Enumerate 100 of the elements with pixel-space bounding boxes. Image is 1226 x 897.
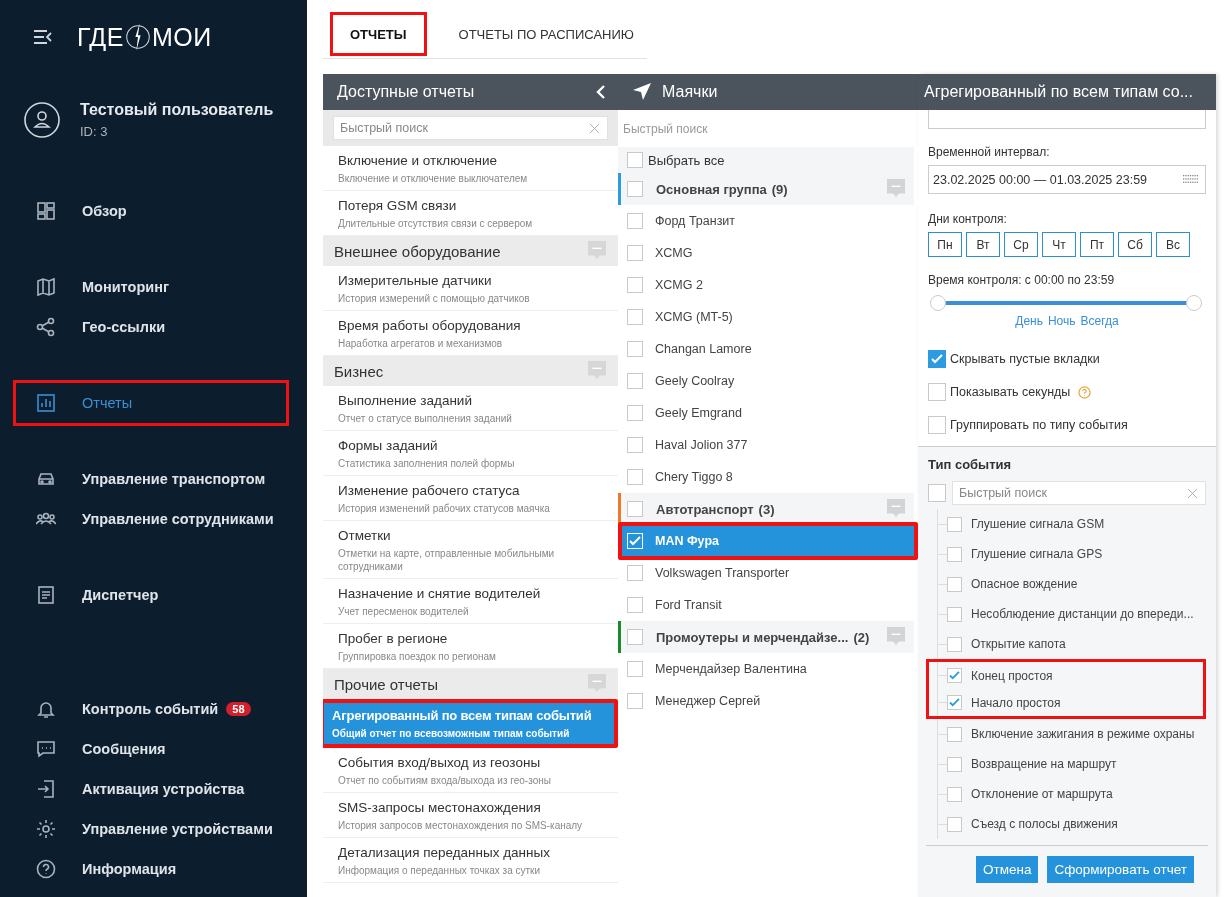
group-header[interactable]: Внешнее оборудование bbox=[323, 236, 618, 266]
checkbox-label: Группировать по типу события bbox=[950, 418, 1128, 432]
event-type-label: Съезд с полосы движения bbox=[971, 817, 1118, 831]
nav-item[interactable]: Диспетчер bbox=[13, 575, 289, 615]
checkbox-label: Показывать секунды bbox=[950, 385, 1071, 399]
beacon-name: Volkswagen Transporter bbox=[655, 566, 790, 580]
report-description: Отметки на карте, отправленные мобильными сотрудниками bbox=[338, 547, 556, 573]
beacon-row[interactable]: Haval Jolion 377 bbox=[618, 429, 914, 461]
report-description: Наработка агрегатов и механизмов bbox=[338, 337, 504, 350]
panel-title: Доступные отчеты bbox=[337, 83, 476, 101]
event-type-row[interactable]: Начало простоя bbox=[926, 689, 1206, 719]
beacon-name: XCMG 2 bbox=[655, 278, 703, 292]
event-type-label: Глушение сигнала GPS bbox=[971, 547, 1103, 561]
checkbox-label: Скрывать пустые вкладки bbox=[950, 352, 1100, 366]
event-type-label: Опасное вождение bbox=[971, 577, 1078, 591]
user-id: ID: 3 bbox=[80, 124, 109, 139]
report-description: Учет пересменок водителей bbox=[338, 605, 470, 618]
day-toggle[interactable]: Пт bbox=[1080, 232, 1114, 257]
logo-text: ГДЕ bbox=[77, 22, 124, 52]
field-label: Время контроля: с 00:00 по 23:59 bbox=[928, 273, 1116, 287]
event-type-row[interactable]: Конец простоя bbox=[926, 659, 1206, 689]
event-type-row[interactable]: Глушение сигнала GPS bbox=[926, 539, 1206, 569]
beacon-row[interactable]: XCMG bbox=[618, 237, 914, 269]
beacon-name: Мерчендайзер Валентина bbox=[655, 662, 807, 676]
day-toggle[interactable]: Вс bbox=[1156, 232, 1190, 257]
report-description: Статистика заполнения полей формы bbox=[338, 457, 516, 470]
nav-item[interactable]: Управление транспортом bbox=[13, 459, 289, 499]
event-type-row[interactable]: Включение зажигания в режиме охраны bbox=[926, 719, 1206, 749]
group-header[interactable]: Прочие отчеты bbox=[323, 669, 618, 699]
event-type-row[interactable]: Несоблюдение дистанции до впереди... bbox=[926, 599, 1206, 629]
nav-item[interactable]: Контроль событий 58 bbox=[13, 689, 289, 729]
panel-title: Агрегированный по всем типам со... bbox=[924, 83, 1194, 101]
event-type-row[interactable]: Опасное вождение bbox=[926, 569, 1206, 599]
beacon-name: Haval Jolion 377 bbox=[655, 438, 748, 452]
beacon-row[interactable]: XCMG 2 bbox=[618, 269, 914, 301]
beacon-row[interactable]: Volkswagen Transporter bbox=[618, 557, 914, 589]
event-type-row[interactable]: Отклонение от маршрута bbox=[926, 779, 1206, 809]
day-toggle[interactable]: Чт bbox=[1042, 232, 1076, 257]
group-title: Бизнес bbox=[334, 362, 384, 380]
preset-link[interactable]: День bbox=[1015, 314, 1043, 328]
nav-item[interactable]: Гео-ссылки bbox=[13, 307, 289, 347]
nav-item[interactable]: Управление устройствами bbox=[13, 809, 289, 849]
report-description: История запросов местонахождения по SMS-каналу bbox=[338, 819, 584, 832]
field-label: Временной интервал: bbox=[928, 145, 1051, 159]
report-title: Время работы оборудования bbox=[338, 317, 522, 334]
search-field[interactable]: Быстрый поиск bbox=[952, 481, 1206, 505]
event-type-row[interactable]: Глушение сигнала GSM bbox=[926, 509, 1206, 539]
preset-link[interactable]: Ночь bbox=[1047, 314, 1076, 328]
beacon-name: XCMG (MT-5) bbox=[655, 310, 733, 324]
day-toggle[interactable]: Ср bbox=[1004, 232, 1038, 257]
report-title: Детализация переданных данных bbox=[338, 844, 551, 861]
beacon-row[interactable]: Ford Transit bbox=[618, 589, 914, 621]
report-description: Длительные отсутствия связи с сервером bbox=[338, 217, 534, 230]
field-label: Дни контроля: bbox=[928, 212, 1008, 226]
beacon-row[interactable]: Geely Coolray bbox=[618, 365, 914, 397]
report-description: Информация о переданных точках за сутки bbox=[338, 864, 542, 877]
nav-item[interactable]: Информация bbox=[13, 849, 289, 889]
group-title: Внешнее оборудование bbox=[334, 242, 501, 260]
report-title: Потеря GSM связи bbox=[338, 197, 458, 214]
nav-item[interactable]: Сообщения bbox=[13, 729, 289, 769]
event-type-row[interactable]: Съезд с полосы движения bbox=[926, 809, 1206, 839]
search-field[interactable]: Быстрый поиск bbox=[333, 116, 608, 140]
event-type-row[interactable]: Возвращение на маршрут bbox=[926, 749, 1206, 779]
report-description: Отчет о статусе выполнения заданий bbox=[338, 412, 513, 425]
event-type-row[interactable]: Открытие капота bbox=[926, 629, 1206, 659]
nav-item[interactable]: Управление сотрудниками bbox=[13, 499, 289, 539]
date-range-field[interactable]: 23.02.2025 00:00 — 01.03.2025 23:59 bbox=[928, 165, 1206, 194]
day-toggle[interactable]: Вт bbox=[966, 232, 1000, 257]
beacon-row[interactable]: Chery Tiggo 8 bbox=[618, 461, 914, 493]
beacon-row[interactable]: Менеджер Сергей bbox=[618, 685, 914, 717]
beacon-name: Geely Emgrand bbox=[655, 406, 742, 420]
beacon-row[interactable]: XCMG (MT-5) bbox=[618, 301, 914, 333]
day-toggle[interactable]: Пн bbox=[928, 232, 962, 257]
nav-item[interactable]: Активация устройства bbox=[13, 769, 289, 809]
beacon-name: MAN Фура bbox=[655, 534, 719, 548]
beacon-row[interactable]: Мерчендайзер Валентина bbox=[618, 653, 914, 685]
beacon-row[interactable]: Форд Транзит bbox=[618, 205, 914, 237]
beacon-row[interactable]: Changan Lamore bbox=[618, 333, 914, 365]
group-count: (3) bbox=[758, 501, 776, 517]
nav-item[interactable]: Отчеты bbox=[13, 380, 289, 426]
nav-item[interactable]: Мониторинг bbox=[13, 267, 289, 307]
tab[interactable]: ОТЧЕТЫ bbox=[330, 12, 427, 56]
group-count: (9) bbox=[771, 181, 789, 197]
report-title: SMS-запросы местонахождения bbox=[338, 799, 542, 816]
group-header[interactable]: Бизнес bbox=[323, 356, 618, 386]
report-description: Отчет по событиям входа/выхода из гео-зоны bbox=[338, 774, 552, 787]
report-title: Изменение рабочего статуса bbox=[338, 482, 521, 499]
checkbox-label: Выбрать все bbox=[648, 152, 725, 168]
report-description: История изменений рабочих статусов маячка bbox=[338, 502, 551, 515]
event-type-label: Начало простоя bbox=[971, 695, 1061, 710]
beacon-row[interactable]: Geely Emgrand bbox=[618, 397, 914, 429]
event-type-label: Открытие капота bbox=[971, 637, 1066, 651]
day-toggle[interactable]: Сб bbox=[1118, 232, 1152, 257]
group-title: Прочие отчеты bbox=[334, 675, 439, 693]
nav-item[interactable]: Обзор bbox=[13, 191, 289, 231]
report-title: Измерительные датчики bbox=[338, 272, 493, 289]
count-badge: 58 bbox=[226, 702, 251, 716]
panel-title: Маячки bbox=[662, 83, 719, 101]
preset-link[interactable]: Всегда bbox=[1080, 314, 1119, 328]
beacon-name: Chery Tiggo 8 bbox=[655, 470, 733, 484]
